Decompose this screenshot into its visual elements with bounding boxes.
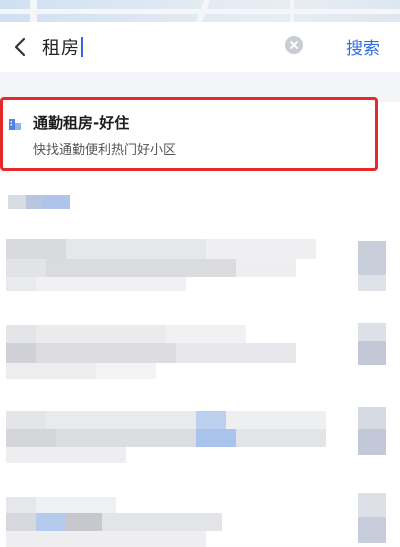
suggestion-subtitle: 快找通勤便利热门好小区 [33,143,177,158]
suggestion-title: 通勤租房-好住 [33,114,130,132]
text-caret [81,37,83,57]
suggestion-item-commute-rent[interactable]: 通勤租房-好住 快找通勤便利热门好小区 [0,97,378,171]
search-input-value: 租房 [42,38,80,59]
map-background [0,0,400,22]
search-button[interactable]: 搜索 [346,34,380,59]
search-bar: 租房 [0,22,400,72]
clear-icon[interactable] [285,36,303,54]
blurred-results-list [0,175,400,547]
search-input[interactable]: 租房 [42,32,312,62]
chevron-left-icon[interactable] [8,34,34,60]
building-icon [9,115,21,130]
